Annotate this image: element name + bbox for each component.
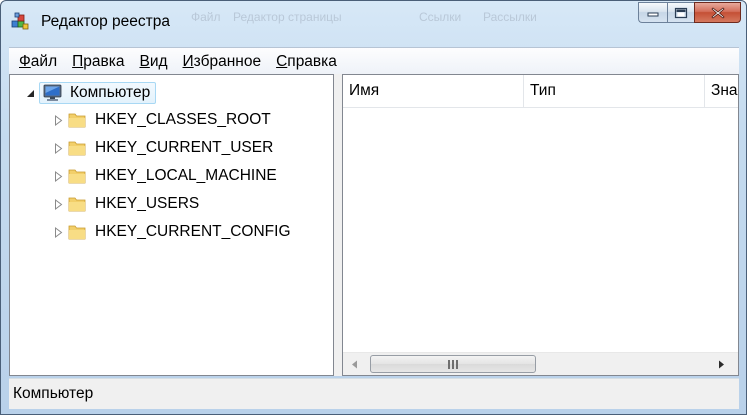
collapse-arrow-icon[interactable] (24, 87, 36, 99)
menu-accelerator: В (139, 52, 150, 70)
folder-icon (68, 141, 86, 156)
minimize-icon (647, 12, 659, 16)
menu-label: збранное (193, 52, 262, 70)
computer-icon (43, 84, 62, 101)
menu-edit[interactable]: Правка (72, 53, 124, 71)
maximize-icon (674, 7, 688, 18)
folder-icon (68, 169, 86, 184)
tree-item-label: HKEY_CLASSES_ROOT (95, 111, 271, 128)
background-ghost-text: Ссылки (419, 10, 462, 24)
tree-item-computer[interactable]: Компьютер (24, 80, 157, 106)
folder-icon (68, 113, 86, 128)
list-header: Имя Тип Зна (343, 75, 738, 108)
scroll-right-icon[interactable] (715, 357, 727, 371)
status-bar: Компьютер (9, 378, 739, 409)
tree-item-hive[interactable]: HKEY_USERS (52, 191, 199, 217)
values-list-pane[interactable]: Имя Тип Зна (342, 74, 739, 376)
expand-arrow-icon[interactable] (52, 114, 64, 126)
tree-item-label: Компьютер (70, 84, 151, 101)
status-path: Компьютер (13, 385, 94, 402)
column-header-value[interactable]: Зна (705, 75, 738, 107)
menu-view[interactable]: Вид (139, 53, 167, 71)
caption-buttons (638, 2, 741, 23)
minimize-button[interactable] (638, 2, 667, 23)
expand-arrow-icon[interactable] (52, 142, 64, 154)
menu-label: правка (287, 52, 337, 70)
expand-arrow-icon[interactable] (52, 170, 64, 182)
tree-item-hive[interactable]: HKEY_CLASSES_ROOT (52, 107, 271, 133)
menu-label: айл (30, 52, 58, 70)
tree-item-hive[interactable]: HKEY_CURRENT_USER (52, 135, 273, 161)
column-header-name[interactable]: Имя (343, 75, 523, 107)
menu-accelerator: И (182, 52, 194, 70)
menu-bar: Файл Правка Вид Избранное Справка (9, 47, 739, 75)
tree-item-hive[interactable]: HKEY_LOCAL_MACHINE (52, 163, 277, 189)
close-icon (710, 6, 725, 19)
key-tree-pane[interactable]: Компьютер HKEY_CLASSES_ROOT HKEY_CURRENT… (9, 74, 334, 376)
tree-item-label: HKEY_USERS (95, 195, 200, 212)
background-ghost-text: Рассылки (483, 10, 537, 24)
menu-accelerator: С (276, 52, 288, 70)
close-button[interactable] (694, 2, 741, 23)
folder-icon (68, 225, 86, 240)
scroll-left-icon[interactable] (348, 357, 360, 371)
menu-accelerator: Ф (19, 52, 31, 70)
tree-item-hive[interactable]: HKEY_CURRENT_CONFIG (52, 219, 291, 245)
folder-icon (68, 197, 86, 212)
expand-arrow-icon[interactable] (52, 226, 64, 238)
menu-help[interactable]: Справка (276, 53, 337, 71)
background-ghost-text: Редактор страницы (233, 10, 342, 24)
maximize-button[interactable] (667, 2, 694, 23)
background-ghost-text: Файл (191, 10, 221, 24)
horizontal-scrollbar[interactable] (343, 352, 738, 375)
pane-splitter[interactable] (334, 74, 342, 376)
tree-item-label: HKEY_LOCAL_MACHINE (95, 167, 277, 184)
title-bar[interactable]: Редактор реестра Файл Редактор страницы … (1, 1, 746, 39)
menu-accelerator: П (72, 52, 84, 70)
expand-arrow-icon[interactable] (52, 198, 64, 210)
tree-item-label: HKEY_CURRENT_CONFIG (95, 223, 291, 240)
window-title: Редактор реестра (41, 13, 170, 30)
registry-editor-window: Редактор реестра Файл Редактор страницы … (0, 0, 747, 415)
scroll-thumb[interactable] (370, 355, 536, 373)
menu-label: ид (149, 52, 168, 70)
tree-item-label: HKEY_CURRENT_USER (95, 139, 274, 156)
menu-favorites[interactable]: Избранное (183, 53, 262, 71)
selected-node[interactable]: Компьютер (39, 82, 157, 104)
menu-label: равка (83, 52, 125, 70)
registry-editor-app-icon (11, 12, 29, 30)
menu-file[interactable]: Файл (19, 53, 57, 71)
scroll-grip-icon (448, 359, 458, 369)
column-header-type[interactable]: Тип (524, 75, 704, 107)
